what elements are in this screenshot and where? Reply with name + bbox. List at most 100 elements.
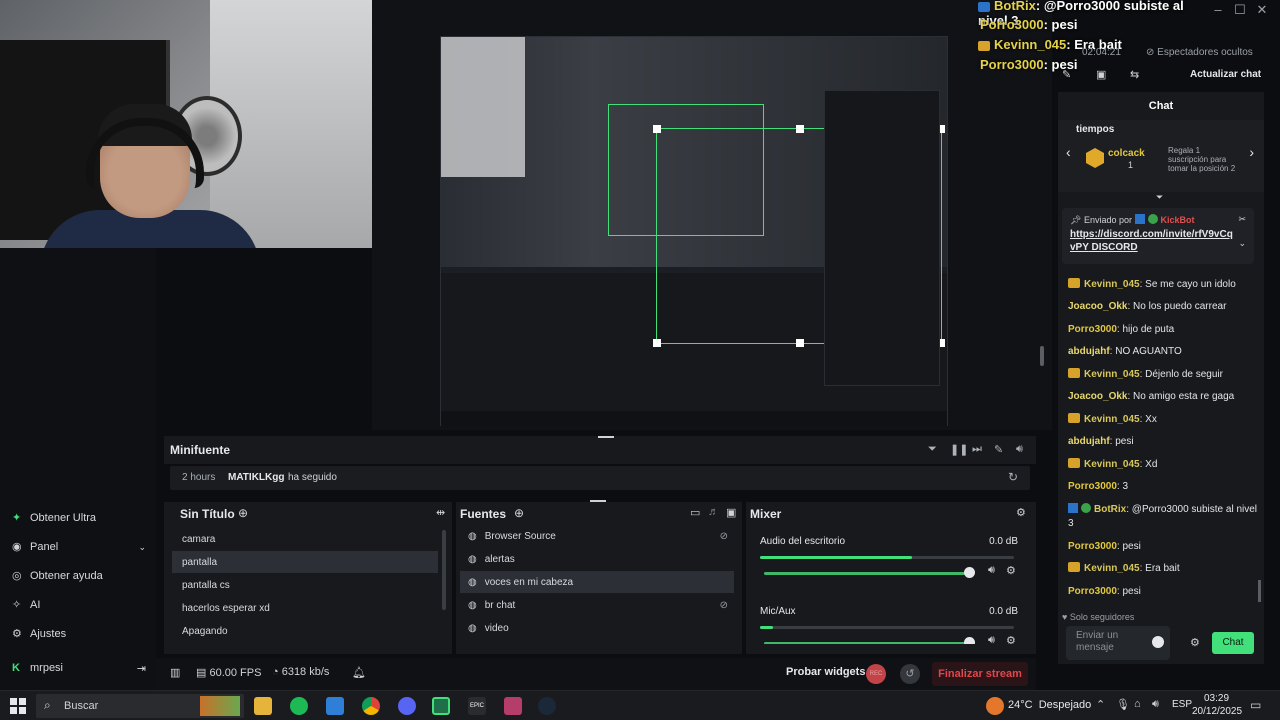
resize-handle[interactable] <box>598 436 614 438</box>
sidebar-item-settings[interactable]: ⚙ Ajustes <box>12 624 66 644</box>
visibility-off-icon[interactable]: ⊘ <box>720 600 728 611</box>
chat-username[interactable]: Kevinn_045 <box>1084 459 1140 470</box>
chat-username[interactable]: Kevinn_045 <box>1084 369 1140 380</box>
scene-item[interactable]: pantalla <box>172 551 438 573</box>
app-icon[interactable] <box>326 697 344 715</box>
unpin-icon[interactable]: ✂ <box>1238 214 1246 225</box>
scenes-scrollbar[interactable] <box>442 530 446 610</box>
source-folder-icon[interactable]: ▣ <box>726 506 736 519</box>
source-item[interactable]: ◍ voces en mi cabeza <box>460 571 734 593</box>
chat-scrollbar[interactable] <box>1258 580 1261 602</box>
refresh-icon[interactable]: ↻ <box>1008 470 1018 484</box>
volume-slider-knob[interactable] <box>964 567 975 578</box>
sidebar-item-panel[interactable]: ◉ Panel ⌄ <box>12 537 146 557</box>
notifications-icon[interactable]: 🔔︎ <box>352 666 366 679</box>
epic-games-icon[interactable]: EPIC <box>468 697 486 715</box>
riot-icon[interactable] <box>504 697 522 715</box>
mixer-settings-icon[interactable]: ⚙ <box>1016 506 1026 519</box>
logout-icon[interactable]: ⇥ <box>137 662 146 675</box>
clock-time[interactable]: 03:29 <box>1204 693 1229 704</box>
collapse-pinned-icon[interactable]: ⏷ <box>1156 192 1163 203</box>
end-stream-button[interactable]: Finalizar stream <box>932 662 1028 686</box>
notification-center-icon[interactable]: ▭ <box>1250 698 1261 712</box>
speaker-icon[interactable]: 🔊︎ <box>1152 698 1159 711</box>
chat-username[interactable]: Porro3000 <box>1068 324 1117 335</box>
visibility-off-icon[interactable]: ⊘ <box>720 531 728 542</box>
chevron-left-icon[interactable]: ‹ <box>1066 144 1071 160</box>
edit-icon[interactable]: ✎ <box>1062 68 1071 81</box>
chat-username[interactable]: Porro3000 <box>1068 541 1117 552</box>
chat-username[interactable]: Kevinn_045 <box>1084 279 1140 290</box>
send-chat-button[interactable]: Chat <box>1212 632 1254 654</box>
chevron-right-icon[interactable]: › <box>1249 144 1254 160</box>
network-icon[interactable]: ⌂ <box>1134 698 1141 710</box>
pinned-link[interactable]: https://discord.com/invite/rfV9vCqvPY DI… <box>1070 228 1238 254</box>
chat-username[interactable]: Porro3000 <box>1068 481 1117 492</box>
popout-icon[interactable]: ▣ <box>1096 68 1106 81</box>
mute-alerts-icon[interactable]: ✎ <box>994 443 1003 456</box>
source-item[interactable]: ◍ Browser Source ⊘ <box>460 525 734 547</box>
close-icon[interactable]: ✕ <box>1252 2 1272 20</box>
skip-icon[interactable]: ⏭ <box>972 443 982 456</box>
chrome-icon[interactable] <box>362 697 380 715</box>
source-item[interactable]: ◍ video <box>460 617 734 639</box>
filter-icon[interactable]: ⏷ <box>928 443 937 456</box>
chat-username[interactable]: Joacoo_Okk <box>1068 301 1127 312</box>
scene-item[interactable]: hacerlos esperar xd <box>172 597 438 619</box>
chat-input[interactable]: Enviar un mensaje <box>1066 626 1170 660</box>
taskbar-search[interactable]: ⌕ Buscar <box>36 694 244 718</box>
minimize-icon[interactable]: – <box>1208 2 1228 20</box>
scene-item[interactable]: Apagando <box>172 620 438 642</box>
test-widgets-button[interactable]: Probar widgets <box>786 666 865 678</box>
selection-box-alertas[interactable] <box>608 104 764 236</box>
source-item[interactable]: ◍ alertas <box>460 548 734 570</box>
source-audio-icon[interactable]: ♬ <box>708 506 719 518</box>
discord-icon[interactable] <box>398 697 416 715</box>
channel-settings-icon[interactable]: ⚙ <box>1006 634 1016 644</box>
tray-expand-icon[interactable]: ⌃ <box>1096 698 1105 711</box>
maximize-icon[interactable]: ☐ <box>1230 2 1250 20</box>
sidebar-user[interactable]: Kmrpesi ⇥ <box>12 658 146 678</box>
source-item[interactable]: ◍ br chat ⊘ <box>460 594 734 616</box>
replay-icon[interactable]: ↺ <box>900 664 920 684</box>
sidebar-item-ai[interactable]: ✧ AI <box>12 595 40 615</box>
stats-icon[interactable]: ▥ <box>170 666 180 679</box>
add-scene-icon[interactable]: ⊕ <box>238 506 248 520</box>
file-explorer-icon[interactable] <box>254 697 272 715</box>
channel-settings-icon[interactable]: ⚙ <box>1006 564 1016 577</box>
pause-icon[interactable]: ❚❚ <box>950 443 968 456</box>
steam-icon[interactable] <box>538 697 556 715</box>
sidebar-item-ultra[interactable]: ✦ Obtener Ultra <box>12 508 96 528</box>
spotify-icon[interactable] <box>290 697 308 715</box>
stream-preview[interactable]: ‹ <box>150 0 1052 430</box>
scene-transition-icon[interactable]: ⇹ <box>436 506 445 519</box>
rec-button[interactable]: REC <box>866 664 886 684</box>
chat-settings-icon[interactable]: ⚙ <box>1190 636 1200 649</box>
mute-icon[interactable]: 🔊︎ <box>988 634 995 644</box>
microphone-icon[interactable]: 🎙︎ <box>1116 698 1130 711</box>
chat-resize-handle[interactable] <box>1040 346 1044 366</box>
scene-item[interactable]: pantalla cs <box>172 574 438 596</box>
expand-pinned-icon[interactable]: ⌄ <box>1238 238 1246 249</box>
language-indicator[interactable]: ESP <box>1172 699 1192 710</box>
chat-username[interactable]: abdujahf <box>1068 346 1110 357</box>
scene-item[interactable]: camara <box>172 528 438 550</box>
streamlabs-icon[interactable] <box>432 697 450 715</box>
share-icon[interactable]: ⇆ <box>1130 68 1139 81</box>
chat-username[interactable]: Kevinn_045 <box>1084 414 1140 425</box>
volume-icon[interactable]: 🔊︎ <box>1016 443 1023 456</box>
clock-date[interactable]: 20/12/2025 <box>1192 706 1242 717</box>
volume-slider-knob[interactable] <box>964 637 975 644</box>
chat-username[interactable]: Kevinn_045 <box>1084 563 1140 574</box>
emoji-icon[interactable] <box>1152 636 1164 648</box>
chat-username[interactable]: Joacoo_Okk <box>1068 391 1127 402</box>
mute-icon[interactable]: 🔊︎ <box>988 564 995 577</box>
source-layout-icon[interactable]: ▭ <box>690 506 700 519</box>
chat-username[interactable]: abdujahf <box>1068 436 1110 447</box>
chat-username[interactable]: BotRix <box>1094 504 1126 515</box>
add-source-icon[interactable]: ⊕ <box>514 506 524 520</box>
refresh-chat-button[interactable]: Actualizar chat <box>1190 69 1261 80</box>
sidebar-item-help[interactable]: ◎ Obtener ayuda <box>12 566 103 586</box>
windows-start-icon[interactable] <box>10 698 26 714</box>
chat-username[interactable]: Porro3000 <box>1068 586 1117 597</box>
